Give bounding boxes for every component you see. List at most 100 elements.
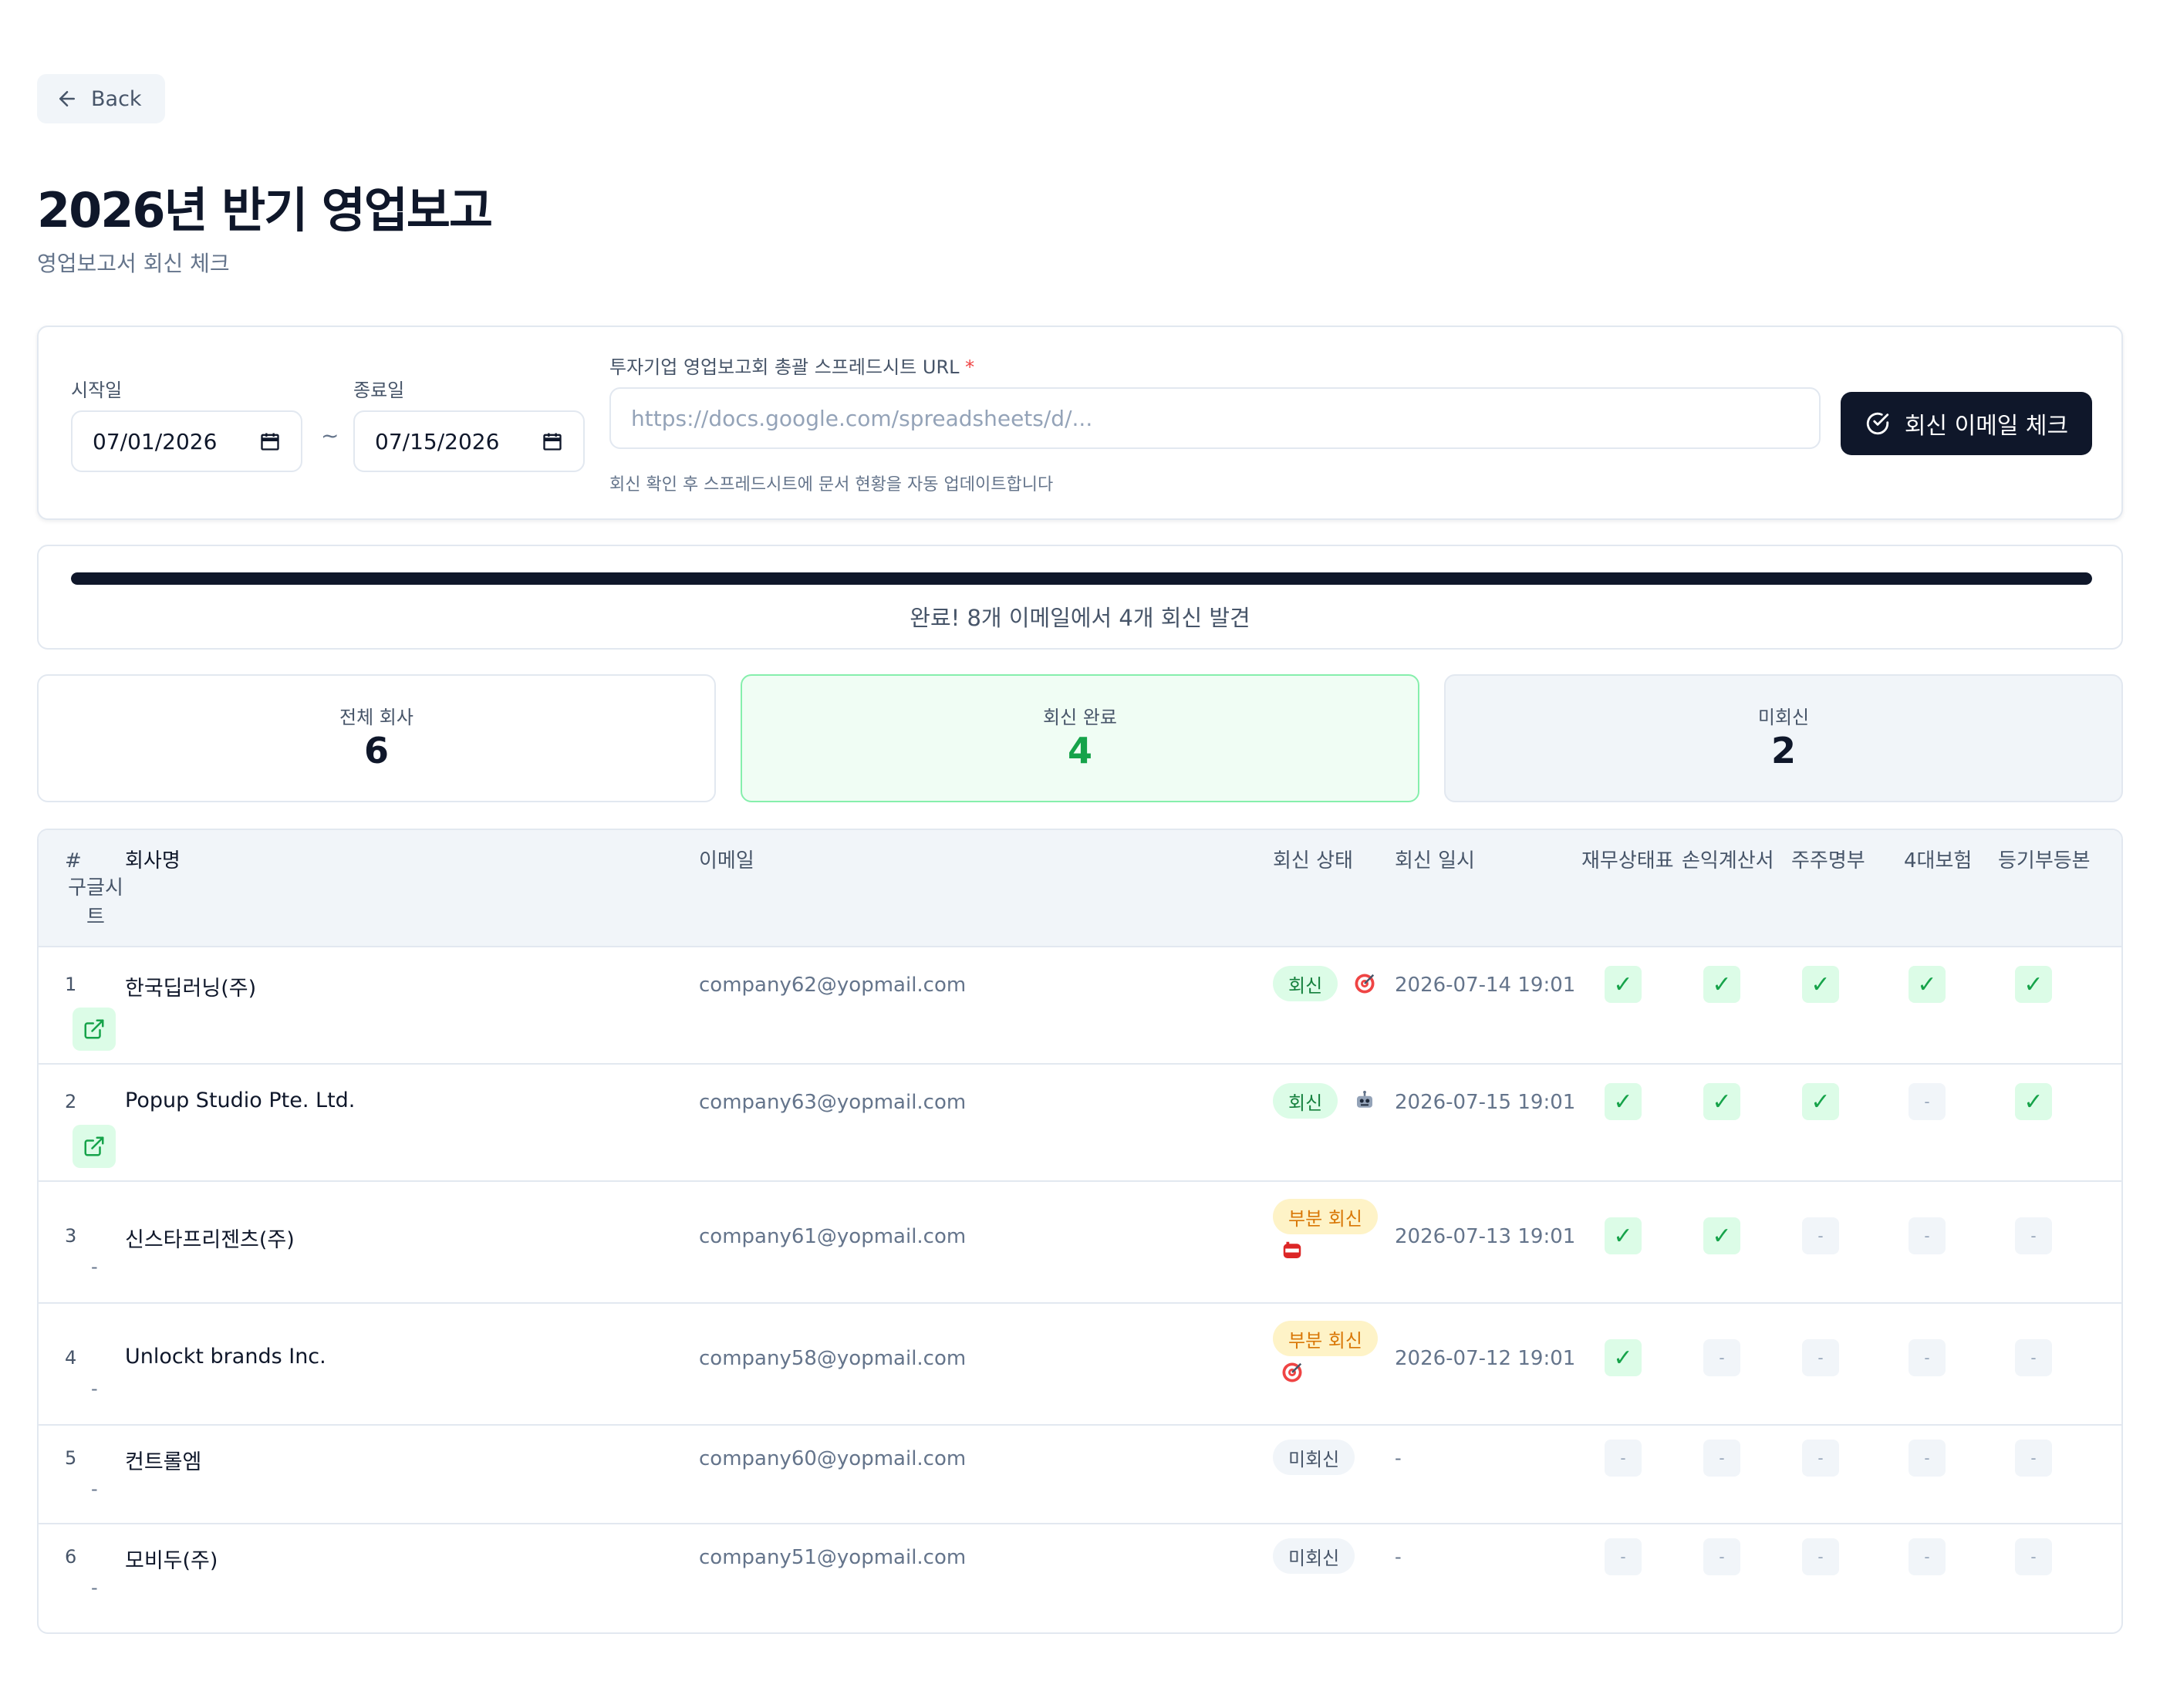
company-email: company51@yopmail.com: [699, 1546, 967, 1569]
doc-received-check: ✓: [1605, 1339, 1642, 1376]
check-form-card: 시작일 07/01/2026 ~ 종료일 07/15/2026 투자기업 영업보…: [37, 326, 2123, 520]
row-number: 4: [65, 1347, 77, 1369]
reply-datetime: 2026-07-12 19:01: [1395, 1347, 1576, 1370]
doc-missing-mark: -: [1909, 1217, 1946, 1254]
doc-missing-mark: -: [1909, 1538, 1946, 1575]
company-email: company63@yopmail.com: [699, 1091, 967, 1114]
table-row: 2 Popup Studio Pte. Ltd. company63@yopmail…: [39, 1065, 2121, 1182]
company-email: company58@yopmail.com: [699, 1347, 967, 1370]
table-row: 5- 컨트롤엠 company60@yopmail.com 미회신 - - - - - -: [39, 1426, 2121, 1524]
stat-replied-value: 4: [1067, 730, 1092, 771]
reply-datetime: -: [1395, 1447, 1402, 1469]
row-number: 5: [65, 1447, 77, 1469]
external-link-icon: [83, 1018, 106, 1041]
check-reply-email-button[interactable]: 회신 이메일 체크: [1841, 392, 2092, 455]
doc-missing-mark: -: [2015, 1217, 2052, 1254]
reply-datetime: 2026-07-14 19:01: [1395, 974, 1576, 997]
sheet-url-label: 투자기업 영업보고회 총괄 스프레드시트 URL *: [609, 352, 974, 379]
company-name: Unlockt brands Inc.: [125, 1345, 326, 1369]
target-icon: [1353, 972, 1376, 995]
mailbox-icon: [1281, 1239, 1304, 1262]
header-email: 이메일: [699, 849, 754, 873]
doc-missing-mark: -: [1802, 1538, 1839, 1575]
check-circle-icon: [1866, 412, 1889, 435]
progress-bar: [71, 572, 2092, 585]
company-name: 컨트롤엠: [125, 1450, 202, 1474]
header-social-insurance: 4대보험: [1904, 849, 1973, 873]
start-date-input[interactable]: 07/01/2026: [71, 410, 302, 472]
table-row: 3- 신스타프리젠츠(주) company61@yopmail.com 부분 회신 20…: [39, 1182, 2121, 1304]
reply-datetime: 2026-07-15 19:01: [1395, 1091, 1576, 1114]
header-sheet-text: 구글시 트: [68, 876, 123, 929]
row-number: 6: [65, 1546, 77, 1568]
header-registry: 등기부등본: [1998, 849, 2091, 873]
doc-received-check: ✓: [1802, 1083, 1839, 1120]
header-status: 회신 상태: [1273, 849, 1353, 873]
company-name: Popup Studio Pte. Ltd.: [125, 1089, 356, 1112]
calendar-icon[interactable]: [542, 430, 563, 452]
page-subtitle: 영업보고서 회신 체크: [37, 251, 230, 276]
table-row: 6- 모비두(주) company51@yopmail.com 미회신 - - - - - -: [39, 1524, 2121, 1623]
sheet-missing: -: [91, 1478, 98, 1500]
doc-missing-mark: -: [2015, 1339, 2052, 1376]
reply-status-badge: 미회신: [1273, 1440, 1355, 1475]
doc-missing-mark: -: [1802, 1217, 1839, 1254]
row-number: 1: [65, 974, 77, 995]
external-link-icon: [83, 1135, 106, 1158]
table-row: 1 한국딥러닝(주) company62@yopmail.com 회신 2026-07-…: [39, 947, 2121, 1065]
open-sheet-button[interactable]: [73, 1008, 116, 1051]
doc-missing-mark: -: [1703, 1538, 1740, 1575]
stat-card-total: 전체 회사 6: [37, 674, 716, 802]
sheet-url-input[interactable]: https://docs.google.com/spreadsheets/d/.…: [609, 387, 1821, 449]
doc-received-check: ✓: [2015, 1083, 2052, 1120]
doc-missing-mark: -: [1703, 1339, 1740, 1376]
stat-replied-label: 회신 완료: [1043, 707, 1117, 728]
arrow-left-icon: [59, 91, 75, 106]
table-row: 4 - Unlockt brands Inc. company58@yopmail.c…: [39, 1304, 2121, 1426]
calendar-icon[interactable]: [259, 430, 281, 452]
reply-datetime: 2026-07-13 19:01: [1395, 1225, 1576, 1248]
end-date-input[interactable]: 07/15/2026: [353, 410, 585, 472]
robot-icon: [1353, 1089, 1376, 1112]
sheet-missing: -: [91, 1577, 98, 1598]
company-email: company62@yopmail.com: [699, 974, 967, 997]
open-sheet-button[interactable]: [73, 1125, 116, 1168]
company-email: company61@yopmail.com: [699, 1225, 967, 1248]
company-email: company60@yopmail.com: [699, 1447, 967, 1470]
doc-received-check: ✓: [1703, 1217, 1740, 1254]
back-button[interactable]: Back: [37, 74, 165, 123]
sheet-missing: -: [91, 1256, 98, 1278]
doc-received-check: ✓: [1909, 966, 1946, 1003]
progress-card: 완료! 8개 이메일에서 4개 회신 발견: [37, 545, 2123, 650]
progress-status-text: 완료! 8개 이메일에서 4개 회신 발견: [910, 605, 1250, 631]
company-name: 모비두(주): [125, 1549, 218, 1573]
end-date-label: 종료일: [353, 380, 405, 401]
doc-missing-mark: -: [1909, 1339, 1946, 1376]
company-name: 한국딥러닝(주): [125, 977, 257, 1001]
reply-status-badge: 회신: [1273, 966, 1338, 1001]
doc-missing-mark: -: [1605, 1440, 1642, 1477]
stat-card-pending: 미회신 2: [1444, 674, 2123, 802]
header-sheet: 구글시 트: [65, 873, 127, 932]
sheet-url-hint: 회신 확인 후 스프레드시트에 문서 현황을 자동 업데이트합니다: [609, 475, 1054, 495]
stat-total-label: 전체 회사: [339, 707, 413, 728]
start-date-value: 07/01/2026: [93, 428, 218, 454]
stat-total-value: 6: [363, 730, 389, 771]
reply-datetime: -: [1395, 1546, 1402, 1568]
start-date-label: 시작일: [71, 380, 123, 401]
doc-missing-mark: -: [1909, 1440, 1946, 1477]
doc-missing-mark: -: [2015, 1538, 2052, 1575]
reply-status-badge: 회신: [1273, 1083, 1338, 1119]
progress-bar-fill: [71, 572, 2092, 585]
doc-missing-mark: -: [1703, 1440, 1740, 1477]
check-reply-email-label: 회신 이메일 체크: [1904, 413, 2069, 440]
sheet-url-placeholder: https://docs.google.com/spreadsheets/d/.…: [631, 405, 1093, 431]
row-number: 2: [65, 1091, 77, 1112]
stat-pending-value: 2: [1770, 730, 1796, 771]
required-marker: *: [965, 356, 975, 378]
reply-status-table: # 구글시 트 회사명 이메일 회신 상태 회신 일시 재무상태표 손익계산서 주…: [37, 829, 2123, 1634]
header-shareholder-list: 주주명부: [1791, 849, 1865, 873]
doc-received-check: ✓: [1605, 1217, 1642, 1254]
doc-missing-mark: -: [1802, 1339, 1839, 1376]
end-date-value: 07/15/2026: [375, 428, 500, 454]
